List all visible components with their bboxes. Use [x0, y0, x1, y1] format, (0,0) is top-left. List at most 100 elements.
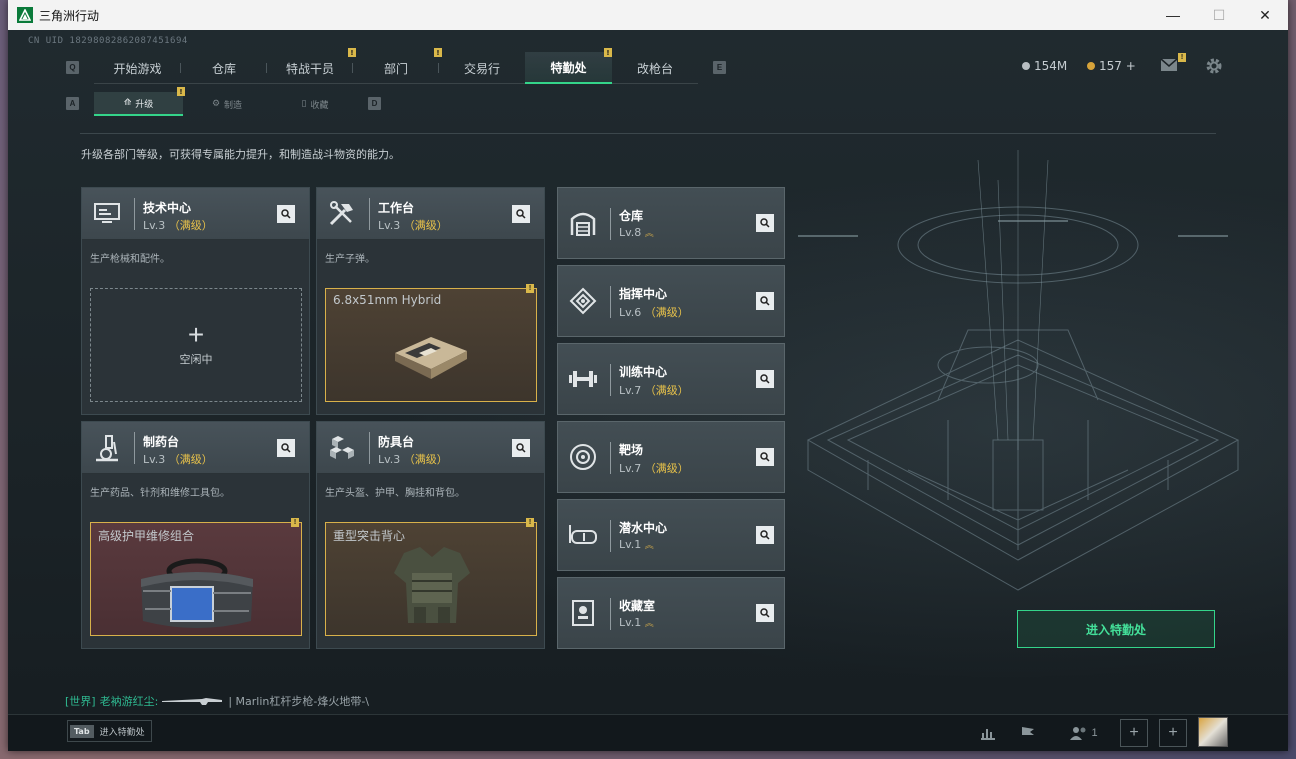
search-icon[interactable]: [756, 214, 774, 232]
divider: [80, 133, 1216, 134]
max-level-tag: （满级）: [168, 219, 213, 232]
add-squad-slot-button[interactable]: +: [1120, 719, 1148, 747]
page-description: 升级各部门等级，可获得专属能力提升，和制造战斗物资的能力。: [81, 148, 400, 161]
search-icon[interactable]: [756, 292, 774, 310]
facility-level: Lv.7 （满级）: [619, 382, 689, 398]
mail-icon[interactable]: !: [1160, 53, 1186, 74]
tab-operators[interactable]: 特战干员!: [267, 48, 356, 84]
game-window: 三角洲行动 — ☐ ✕ CN UID 18298082862087451694 …: [8, 0, 1288, 751]
tab-warehouse[interactable]: 仓库: [181, 52, 267, 84]
flag-icon[interactable]: [1014, 719, 1042, 747]
settings-gear-icon[interactable]: [1205, 57, 1223, 75]
subtab-collection[interactable]: ▯ 收藏: [271, 92, 359, 116]
target-icon: [568, 442, 598, 472]
facility-row-diving-center[interactable]: 潜水中心 Lv.1 ︽: [557, 499, 785, 571]
facility-row-warehouse[interactable]: 仓库 Lv.8 ︽: [557, 187, 785, 259]
facility-card-tech-center[interactable]: 技术中心 Lv.3 （满级） 生产枪械和配件。 + 空闲中: [81, 187, 310, 415]
search-icon[interactable]: [512, 439, 530, 457]
main-nav: 开始游戏 仓库 特战干员! 部门! 交易行 特勤处! 改枪台: [94, 48, 698, 84]
production-slot-item[interactable]: 重型突击背心 !: [325, 518, 537, 636]
level-value: Lv.3: [143, 453, 166, 466]
player-avatar[interactable]: [1198, 717, 1228, 747]
upgradeable-arrow-icon: ︽: [644, 229, 654, 239]
tab-shortcut-label: 进入特勤处: [99, 727, 145, 738]
world-chat-line[interactable]: [世界] 老衲游红尘: | Marlin杠杆步枪-烽火地带-\: [65, 693, 369, 709]
tab-shortcut-hint[interactable]: Tab 进入特勤处: [67, 720, 152, 742]
upgradeable-arrow-icon: ︽: [644, 619, 654, 629]
notification-badge: !: [604, 48, 612, 57]
gold-amount: 157 +: [1099, 59, 1136, 73]
max-level-tag: （满级）: [403, 453, 448, 466]
upgrade-icon: ⟰: [123, 98, 132, 108]
silver-balance[interactable]: 154M: [1022, 59, 1067, 73]
stats-icon[interactable]: [974, 719, 1002, 747]
subtab-label: 制造: [224, 100, 243, 111]
close-button[interactable]: ✕: [1242, 0, 1288, 30]
search-icon[interactable]: [756, 604, 774, 622]
add-squad-slot-button[interactable]: +: [1159, 719, 1187, 747]
tab-special-ops[interactable]: 特勤处!: [525, 48, 612, 84]
search-icon[interactable]: [756, 370, 774, 388]
facility-level: Lv.3 （满级）: [378, 217, 448, 233]
nav-next-key[interactable]: E: [713, 61, 726, 74]
silver-coin-icon: [1022, 62, 1030, 70]
search-icon[interactable]: [512, 205, 530, 223]
level-value: Lv.3: [378, 453, 401, 466]
command-icon: [568, 286, 598, 316]
upgradeable-arrow-icon: ︽: [644, 541, 654, 551]
friends-button[interactable]: 1: [1064, 719, 1104, 747]
level-value: Lv.1: [619, 616, 642, 629]
subtab-craft[interactable]: ⚙ 制造: [183, 92, 271, 116]
card-header: 制药台 Lv.3 （满级）: [82, 422, 309, 474]
subtab-label: 升级: [135, 99, 154, 110]
search-icon[interactable]: [277, 439, 295, 457]
window-title: 三角洲行动: [39, 8, 100, 23]
max-level-tag: （满级）: [644, 306, 689, 319]
facility-row-shooting-range[interactable]: 靶场 Lv.7 （满级）: [557, 421, 785, 493]
tab-departments[interactable]: 部门!: [353, 48, 442, 84]
facility-row-command-center[interactable]: 指挥中心 Lv.6 （满级）: [557, 265, 785, 337]
facility-row-training-center[interactable]: 训练中心 Lv.7 （满级）: [557, 343, 785, 415]
subtab-upgrade[interactable]: ⟰ 升级 !: [94, 87, 185, 116]
collection-icon: [568, 598, 598, 628]
sub-nav: ⟰ 升级 ! ⚙ 制造 ▯ 收藏: [94, 87, 359, 116]
nav-prev-key[interactable]: Q: [66, 61, 79, 74]
tab-trade[interactable]: 交易行: [439, 52, 525, 84]
enter-special-ops-button[interactable]: 进入特勤处: [1017, 610, 1215, 648]
card-header: 技术中心 Lv.3 （满级）: [82, 188, 309, 240]
delta-logo-icon: [17, 7, 33, 23]
tab-gunsmith[interactable]: 改枪台: [612, 52, 698, 84]
max-level-tag: （满级）: [403, 219, 448, 232]
facility-level: Lv.1 ︽: [619, 616, 654, 629]
facility-name: 防具台: [378, 435, 415, 449]
production-slot-item[interactable]: 6.8x51mm Hybrid !: [325, 284, 537, 402]
tab-start-game[interactable]: 开始游戏: [94, 52, 181, 84]
tab-label: 部门: [383, 61, 408, 76]
minimize-button[interactable]: —: [1150, 0, 1196, 30]
gold-balance[interactable]: 157 +: [1087, 59, 1136, 73]
search-icon[interactable]: [277, 205, 295, 223]
facility-card-armor-bench[interactable]: 防具台 Lv.3 （满级） 生产头盔、护甲、胸挂和背包。 重型突击背心 !: [316, 421, 545, 649]
subnav-prev-key[interactable]: A: [66, 97, 79, 110]
rifle-icon: [162, 698, 223, 705]
facility-level: Lv.7 （满级）: [619, 460, 689, 476]
search-icon[interactable]: [756, 448, 774, 466]
facility-level: Lv.1 ︽: [619, 538, 654, 551]
facility-row-collection-room[interactable]: 收藏室 Lv.1 ︽: [557, 577, 785, 649]
production-slot-idle[interactable]: + 空闲中: [90, 288, 302, 402]
subnav-next-key[interactable]: D: [368, 97, 381, 110]
notification-badge: !: [1178, 53, 1186, 62]
header-divider: [134, 432, 135, 464]
facility-card-pharmacy[interactable]: 制药台 Lv.3 （满级） 生产药品、针剂和维修工具包。 高级护甲维修组合 !: [81, 421, 310, 649]
gold-coin-icon: [1087, 62, 1095, 70]
row-divider: [610, 442, 611, 474]
facility-description: 生产头盔、护甲、胸挂和背包。: [325, 488, 465, 499]
facility-description: 生产子弹。: [325, 254, 375, 265]
facility-blueprint-art: [798, 150, 1240, 591]
craft-icon: ⚙: [211, 99, 221, 109]
search-icon[interactable]: [756, 526, 774, 544]
maximize-button[interactable]: ☐: [1196, 0, 1242, 30]
facility-level: Lv.3 （满级）: [378, 451, 448, 467]
facility-card-workbench[interactable]: 工作台 Lv.3 （满级） 生产子弹。 6.8x51mm Hybrid !: [316, 187, 545, 415]
production-slot-item[interactable]: 高级护甲维修组合 !: [90, 518, 302, 636]
